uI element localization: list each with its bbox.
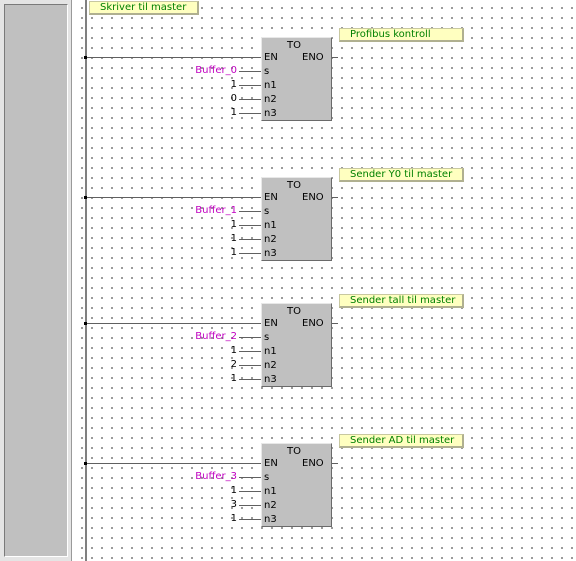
instruction-name: TO [287,446,301,457]
rail-junction [84,462,87,465]
constant-value[interactable]: 1 [177,374,237,384]
eno-wire [332,197,338,198]
constant-value[interactable]: 1 [177,346,237,356]
pin-wire [239,477,261,478]
constant-value[interactable]: 3 [177,500,237,510]
pin-label: s [264,66,270,77]
en-pin-label: EN [264,192,278,203]
en-wire [86,323,261,324]
constant-value[interactable]: 2 [177,360,237,370]
pin-wire [239,379,261,380]
en-wire [86,197,261,198]
source-variable[interactable]: Buffer_2 [177,332,237,342]
pin-wire [239,505,261,506]
instruction-name: TO [287,180,301,191]
eno-pin-label: ENO [302,192,324,203]
pin-wire [239,365,261,366]
pin-label: n2 [264,234,277,245]
pin-wire [239,239,261,240]
pin-wire [239,71,261,72]
source-variable[interactable]: Buffer_1 [177,206,237,216]
pin-label: s [264,206,270,217]
constant-value[interactable]: 1 [177,248,237,258]
eno-wire [332,463,338,464]
constant-value[interactable]: 1 [177,234,237,244]
eno-pin-label: ENO [302,458,324,469]
pin-label: n3 [264,108,277,119]
rail-junction [84,196,87,199]
pin-label: n1 [264,346,277,357]
pin-wire [239,85,261,86]
pin-wire [239,211,261,212]
eno-pin-label: ENO [302,52,324,63]
eno-wire [332,323,338,324]
pin-label: n3 [264,374,277,385]
pin-label: n3 [264,514,277,525]
power-rail [85,0,87,561]
eno-wire [332,57,338,58]
pin-wire [239,253,261,254]
pin-label: s [264,472,270,483]
en-wire [86,57,261,58]
constant-value[interactable]: 1 [177,220,237,230]
en-wire [86,463,261,464]
rung-comment[interactable]: Sender Y0 til master [339,168,464,182]
eno-pin-label: ENO [302,318,324,329]
ladder-editor: Skriver til master Profibus kontroll TO EN… [0,0,576,561]
pin-wire [239,99,261,100]
pin-label: n2 [264,94,277,105]
rung-comment[interactable]: Sender tall til master [339,294,464,308]
pin-label: n1 [264,80,277,91]
pin-label: n1 [264,486,277,497]
rail-junction [84,322,87,325]
source-variable[interactable]: Buffer_3 [177,472,237,482]
pin-wire [239,337,261,338]
pin-label: n3 [264,248,277,259]
pin-wire [239,225,261,226]
instruction-name: TO [287,306,301,317]
en-pin-label: EN [264,458,278,469]
instruction-name: TO [287,40,301,51]
constant-value[interactable]: 0 [177,94,237,104]
pin-label: s [264,332,270,343]
constant-value[interactable]: 1 [177,80,237,90]
rung-comment[interactable]: Profibus kontroll [339,28,464,42]
pin-label: n1 [264,220,277,231]
pin-wire [239,519,261,520]
pin-label: n2 [264,500,277,511]
constant-value[interactable]: 1 [177,486,237,496]
en-pin-label: EN [264,318,278,329]
en-pin-label: EN [264,52,278,63]
pin-label: n2 [264,360,277,371]
pin-wire [239,491,261,492]
section-comment[interactable]: Skriver til master [89,1,199,15]
rail-junction [84,56,87,59]
rung-comment[interactable]: Sender AD til master [339,434,464,448]
pin-wire [239,351,261,352]
left-panel-inset [4,4,68,557]
source-variable[interactable]: Buffer_0 [177,66,237,76]
left-panel [0,0,72,561]
constant-value[interactable]: 1 [177,108,237,118]
pin-wire [239,113,261,114]
constant-value[interactable]: 1 [177,514,237,524]
